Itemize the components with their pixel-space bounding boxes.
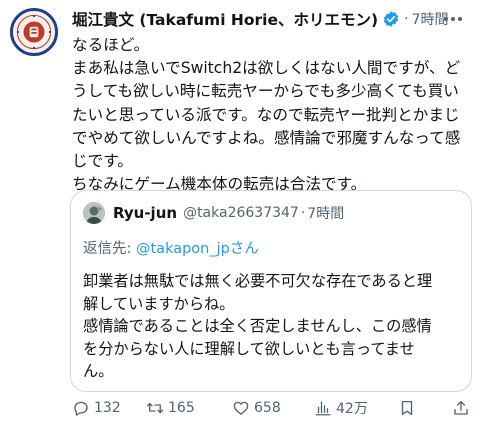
view-count: 42万 — [336, 401, 368, 417]
reply-count: 132 — [94, 400, 121, 416]
quote-line: を分からない人に理解して欲しいとも言ってませ — [83, 339, 415, 358]
views-chart-icon — [315, 401, 331, 416]
tweet-line: うしても欲しい時に転売ヤーからでも多少高くても買い — [72, 82, 459, 101]
bookmark-button[interactable] — [398, 399, 416, 417]
tweet: 堀江貴文 (Takafumi Horie、ホリエモン) · 7時間 なるほど。 … — [70, 8, 472, 392]
retweet-count: 165 — [168, 400, 195, 416]
tweet-line: まあ私は急いでSwitch2は欲しくはない人間ですが、ど — [72, 59, 461, 78]
tweet-line: なるほど。 — [72, 36, 150, 54]
retweet-icon — [146, 402, 164, 414]
verified-badge-icon — [383, 11, 399, 27]
quote-line: 解していますからね。 — [83, 294, 235, 313]
quote-header: Ryu-jun @taka26637347 · 7時間 — [83, 201, 459, 225]
reply-to-label: 返信先: — [83, 241, 136, 257]
bookmark-icon — [401, 400, 413, 416]
quote-line: 感情論であることは全く否定しませんし、この感情 — [83, 317, 432, 336]
reply-icon — [74, 401, 88, 416]
tweet-line: でやめて欲しいんですよね。感情論で邪魔すんなって感 — [72, 128, 461, 147]
tweet-header: 堀江貴文 (Takafumi Horie、ホリエモン) · 7時間 — [72, 8, 472, 30]
action-bar: 132 165 658 42万 — [72, 396, 472, 420]
separator-dot: · — [404, 11, 409, 27]
reply-to-line: 返信先: @takapon_jpさん — [83, 237, 459, 258]
quote-author-handle[interactable]: @taka26637347 — [183, 205, 299, 221]
quote-avatar-photo-icon — [83, 202, 105, 224]
more-options-icon[interactable] — [442, 10, 464, 28]
tweet-line: じです。 — [72, 152, 133, 171]
retweet-button[interactable]: 165 — [146, 399, 195, 417]
share-icon — [454, 400, 468, 415]
tweet-body: なるほど。 まあ私は急いでSwitch2は欲しくはない人間ですが、ど うしても欲… — [72, 34, 468, 196]
like-count: 658 — [254, 400, 281, 416]
author-name[interactable]: 堀江貴文 (Takafumi Horie、ホリエモン) — [72, 8, 378, 30]
reply-suffix: さん — [229, 241, 259, 257]
quote-body: 卸業者は無駄では無く必要不可欠な存在であると理 解していますからね。 感情論であ… — [83, 270, 459, 383]
separator-dot: · — [300, 205, 306, 221]
like-button[interactable]: 658 — [232, 399, 281, 417]
share-button[interactable] — [452, 399, 470, 417]
avatar-emblem-icon — [13, 11, 55, 53]
views-button[interactable]: 42万 — [314, 398, 368, 418]
reply-button[interactable]: 132 — [72, 399, 121, 417]
quote-author-name[interactable]: Ryu-jun — [113, 204, 177, 222]
reply-mention-link[interactable]: @takapon_jp — [136, 241, 230, 257]
quote-avatar[interactable] — [83, 202, 105, 224]
quote-line: ん。 — [83, 362, 114, 381]
tweet-line: たいと思っている派です。なので転売ヤー批判とかまじ — [72, 105, 460, 124]
heart-icon — [233, 401, 249, 415]
quoted-tweet[interactable]: Ryu-jun @taka26637347 · 7時間 返信先: @takapo… — [70, 190, 472, 392]
quote-line: 卸業者は無駄では無く必要不可欠な存在であると理 — [83, 272, 433, 290]
author-avatar[interactable] — [10, 8, 58, 56]
quote-time[interactable]: 7時間 — [307, 203, 344, 223]
